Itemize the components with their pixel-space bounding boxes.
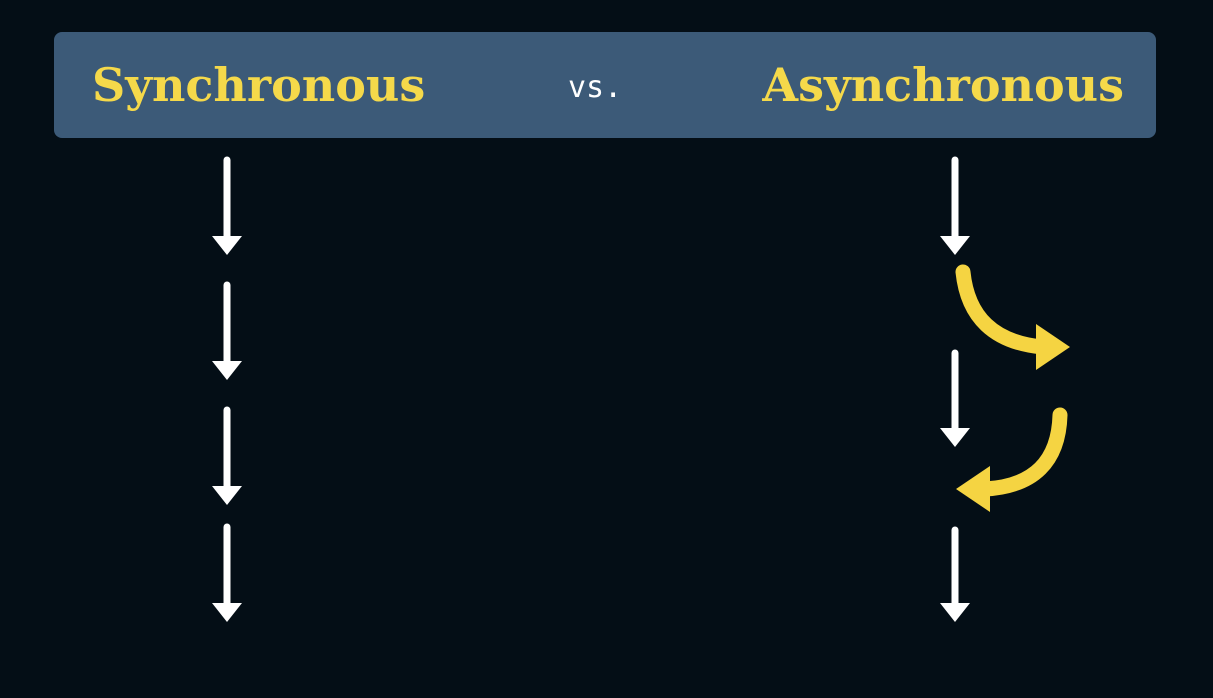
sync-arrow-down-icon [212, 281, 242, 380]
async-arrow-down-icon [940, 349, 970, 447]
async-arrow-down-icon [940, 156, 970, 255]
async-arrow-down-icon [940, 526, 970, 622]
synchronous-flow [212, 156, 242, 622]
flow-diagram [212, 156, 1070, 622]
asynchronous-flow [940, 156, 1070, 622]
sync-vs-async-slide: Synchronous vs. Asynchronous [0, 0, 1213, 698]
async-curved-arrow-back-icon [956, 407, 1068, 512]
async-curved-arrow-out-icon [955, 264, 1070, 370]
sync-arrow-down-icon [212, 523, 242, 622]
sync-arrow-down-icon [212, 406, 242, 505]
sync-arrow-down-icon [212, 156, 242, 255]
